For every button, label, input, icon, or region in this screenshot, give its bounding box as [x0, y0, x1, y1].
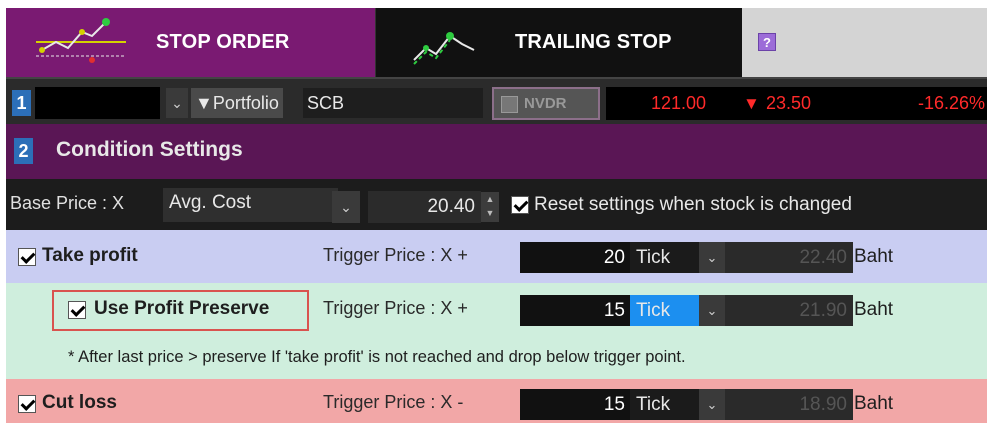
take-profit-checkbox[interactable] [18, 248, 36, 266]
base-price-select[interactable]: Avg. Cost [163, 188, 338, 222]
take-profit-label: Take profit [42, 245, 138, 266]
profit-preserve-checkbox[interactable] [68, 301, 86, 319]
reset-settings-checkbox[interactable] [511, 196, 529, 214]
profit-preserve-note-row: * After last price > preserve If 'take p… [6, 337, 987, 379]
base-price-row: Base Price : X Avg. Cost ⌄ 20.40 ▲ ▼ Rese… [6, 179, 987, 230]
take-profit-currency: Baht [854, 246, 894, 267]
profit-preserve-unit-chevron-icon[interactable]: ⌄ [699, 295, 725, 326]
profit-preserve-unit-select[interactable]: Tick [630, 295, 699, 326]
price-change: 23.50 [766, 93, 812, 113]
condition-settings-title: Condition Settings [56, 138, 243, 161]
stop-order-panel: STOP ORDER TRAILING STOP ? 1 ⌄ ▼Portfoli… [6, 8, 987, 423]
cut-loss-checkbox[interactable] [18, 395, 36, 413]
cut-loss-unit-select[interactable]: Tick [630, 389, 699, 420]
profit-preserve-label: Use Profit Preserve [94, 298, 270, 319]
base-price-value-input[interactable]: 20.40 [368, 191, 481, 223]
account-row: 1 ⌄ ▼Portfolio SCB NVDR 121.00 ▼ 23.50 -… [6, 77, 987, 124]
tab-stop-order[interactable]: STOP ORDER [6, 8, 375, 77]
stop-chart-icon [36, 18, 126, 63]
last-price: 121.00 [651, 93, 707, 113]
nvdr-label: NVDR [524, 95, 567, 112]
cut-loss-trigger-label: Trigger Price : X - [323, 392, 464, 412]
order-type-tabs: STOP ORDER TRAILING STOP ? [6, 8, 987, 77]
profit-preserve-row: Use Profit Preserve Trigger Price : X + … [6, 283, 987, 337]
take-profit-unit-chevron-icon[interactable]: ⌄ [699, 242, 725, 273]
symbol-input[interactable]: SCB [303, 88, 483, 118]
cut-loss-label: Cut loss [42, 392, 117, 413]
condition-settings-header: 2 Condition Settings [6, 124, 987, 179]
profit-preserve-trigger-label: Trigger Price : X + [323, 298, 468, 318]
account-input[interactable] [35, 87, 160, 119]
base-price-label: Base Price : X [10, 193, 125, 213]
profit-preserve-currency: Baht [854, 299, 894, 320]
take-profit-trigger-label: Trigger Price : X + [323, 245, 468, 265]
profit-preserve-note: * After last price > preserve If 'take p… [68, 348, 686, 366]
base-price-chevron-icon[interactable]: ⌄ [332, 191, 360, 223]
cut-loss-unit-chevron-icon[interactable]: ⌄ [699, 389, 725, 420]
step-1-badge: 1 [12, 90, 31, 116]
base-price-stepper[interactable]: ▲ ▼ [481, 192, 499, 222]
profit-preserve-offset-input[interactable]: 15 [520, 295, 630, 326]
reset-settings-label: Reset settings when stock is changed [534, 194, 852, 215]
cut-loss-offset-input[interactable]: 15 [520, 389, 630, 420]
cut-loss-row: Cut loss Trigger Price : X - 15 Tick ⌄ 1… [6, 379, 987, 423]
tab-trailing-stop-label: TRAILING STOP [515, 31, 672, 53]
step-2-badge: 2 [14, 138, 33, 164]
profit-preserve-result: 21.90 [725, 295, 853, 326]
nvdr-checkbox[interactable] [501, 96, 518, 113]
tab-trailing-stop[interactable]: TRAILING STOP [375, 8, 742, 77]
down-arrow-icon: ▼ [743, 94, 760, 113]
tab-help-area: ? [742, 8, 987, 77]
cut-loss-currency: Baht [854, 393, 894, 414]
take-profit-offset-input[interactable]: 20 [520, 242, 630, 273]
cut-loss-result: 18.90 [725, 389, 853, 420]
tab-stop-order-label: STOP ORDER [156, 31, 290, 53]
account-dropdown-chevron-icon[interactable]: ⌄ [166, 88, 188, 118]
take-profit-result: 22.40 [725, 242, 853, 273]
trailing-chart-icon [413, 32, 475, 65]
take-profit-row: Take profit Trigger Price : X + 20 Tick … [6, 230, 987, 283]
portfolio-button[interactable]: ▼Portfolio [191, 88, 283, 118]
price-change-percent: -16.26% [917, 93, 985, 113]
quote-display: 121.00 ▼ 23.50 -16.26% [606, 87, 987, 120]
help-icon[interactable]: ? [758, 33, 776, 51]
take-profit-unit-select[interactable]: Tick [630, 242, 699, 273]
nvdr-toggle[interactable]: NVDR [492, 87, 600, 120]
